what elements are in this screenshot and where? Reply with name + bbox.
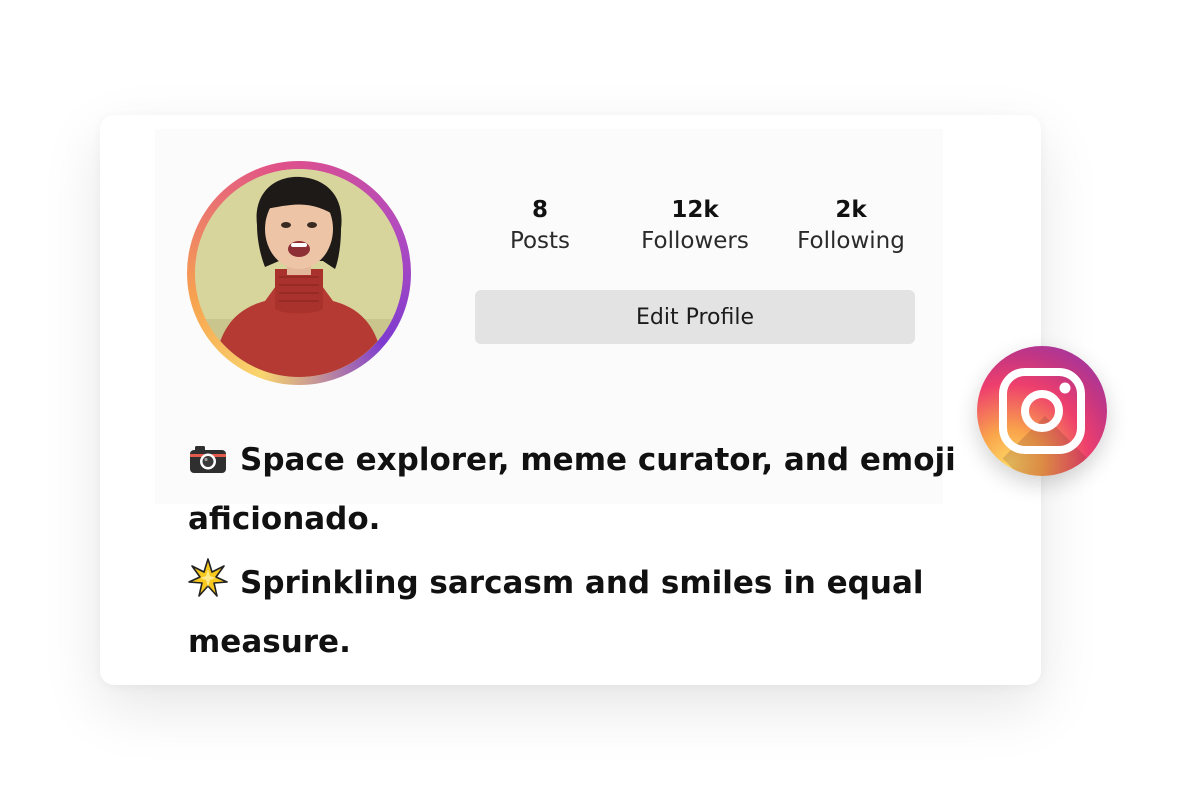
profile-card: 8 Posts 12k Followers 2k Following Edit … <box>100 115 1041 685</box>
stat-following-label: Following <box>797 228 905 254</box>
profile-stats: 8 Posts 12k Followers 2k Following <box>475 195 935 265</box>
profile-bio: Space explorer, meme curator, and emoji … <box>188 433 978 669</box>
stat-posts-label: Posts <box>509 228 571 254</box>
stat-posts-value: 8 <box>531 197 548 223</box>
avatar[interactable] <box>195 169 403 377</box>
bio-line: Space explorer, meme curator, and emoji … <box>188 433 978 546</box>
camera-icon <box>188 438 228 492</box>
stat-following-value: 2k <box>835 197 867 223</box>
instagram-badge[interactable] <box>977 346 1107 476</box>
instagram-icon <box>999 368 1085 454</box>
stat-followers-value: 12k <box>671 197 719 223</box>
avatar-portrait <box>195 169 403 377</box>
bio-line-text: Space explorer, meme curator, and emoji … <box>188 442 956 537</box>
bio-line: Sprinkling sarcasm and smiles in equal m… <box>188 556 978 669</box>
stat-following[interactable]: 2k Following <box>780 195 922 257</box>
stat-followers-label: Followers <box>641 228 749 254</box>
sparkle-icon <box>188 558 228 615</box>
stat-posts[interactable]: 8 Posts <box>475 195 605 257</box>
edit-profile-button[interactable]: Edit Profile <box>475 290 915 344</box>
bio-line-text: Sprinkling sarcasm and smiles in equal m… <box>188 565 924 660</box>
stat-followers[interactable]: 12k Followers <box>625 195 765 257</box>
